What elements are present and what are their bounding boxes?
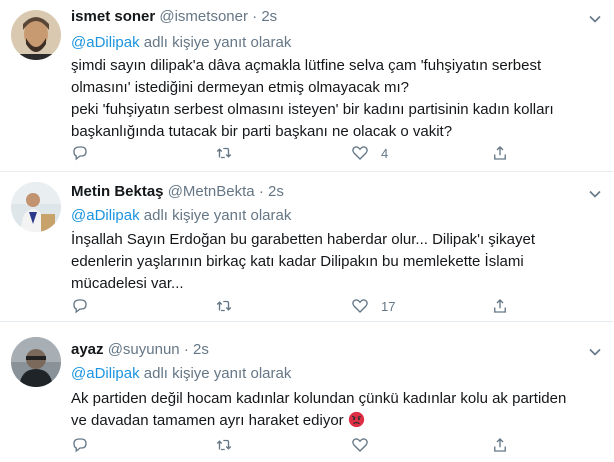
timestamp[interactable]: 2s [268,183,284,200]
retweet-button[interactable] [215,435,245,455]
share-icon [494,146,506,160]
tweet-text: İnşallah Sayın Erdoğan bu garabetten hab… [71,229,606,295]
retweet-icon [216,300,232,312]
reply-button[interactable] [71,296,101,316]
mention-link[interactable]: @aDilipak [71,34,140,51]
reply-context: @aDilipak adlı kişiye yanıt olarak [71,34,291,51]
tweet-2[interactable]: Metin Bektaş @MetnBekta · 2s @aDilipak a… [0,172,614,322]
reply-context-text: adlı kişiye yanıt olarak [139,365,292,382]
display-name[interactable]: ismet soner [71,8,155,25]
like-icon [352,438,368,452]
like-button[interactable]: 4 [351,143,388,163]
mention-link[interactable]: @aDilipak [71,365,140,382]
separator: · [183,341,189,358]
share-button[interactable] [491,296,509,316]
like-button[interactable]: 17 [351,296,395,316]
reply-context: @aDilipak adlı kişiye yanıt olarak [71,207,291,224]
tweet-actions: 4 [71,143,511,163]
share-button[interactable] [491,143,509,163]
share-icon [494,299,506,313]
like-count: 4 [381,145,389,161]
like-count: 17 [381,298,396,314]
avatar-image [11,337,61,387]
like-button[interactable] [351,435,381,455]
chevron-down-icon[interactable] [588,12,602,26]
share-button[interactable] [491,435,509,455]
separator: · [252,8,258,25]
tweet-text-line: edenlerin yaşlarının birkaç katı kadar D… [71,253,524,270]
reply-icon [73,299,87,314]
tweet-header: ayaz @suyunun · 2s [71,341,209,358]
mention-link[interactable]: @aDilipak [71,207,140,224]
reply-context-text: adlı kişiye yanıt olarak [139,207,292,224]
reply-button[interactable] [71,143,101,163]
display-name[interactable]: Metin Bektaş [71,183,164,200]
tweet-header: Metin Bektaş @MetnBekta · 2s [71,183,284,200]
tweet-text-line: Ak partiden değil hocam kadınlar kolunda… [71,390,567,407]
tweet-text-line: başkanlığında tutacak bir parti başkanı … [71,123,453,140]
chevron-down-icon[interactable] [588,345,602,359]
chevron-down-icon[interactable] [588,187,602,201]
tweet-text-line: mücadelesi var... [71,275,184,292]
retweet-button[interactable] [215,296,245,316]
tweet-actions: 17 [71,296,511,316]
tweet-text-line: İnşallah Sayın Erdoğan bu garabetten hab… [71,231,535,248]
retweet-button[interactable] [215,143,245,163]
tweet-3[interactable]: ayaz @suyunun · 2s @aDilipak adlı kişiye… [0,322,614,462]
timestamp[interactable]: 2s [193,341,209,358]
avatar[interactable] [11,10,61,60]
tweet-actions [71,435,511,455]
tweet-text-line: ve davadan tamamen ayrı haraket ediyor [71,412,344,429]
tweet-header: ismet soner @ismetsoner · 2s [71,8,277,25]
separator: · [258,183,264,200]
user-handle[interactable]: @MetnBekta [168,183,255,200]
like-icon [352,299,368,313]
reply-icon [73,438,87,453]
reply-icon [73,146,87,161]
tweet-text: şimdi sayın dilipak'a dâva açmakla lütfi… [71,55,606,143]
avatar-image [11,10,61,60]
share-icon [494,438,506,452]
reply-context-text: adlı kişiye yanıt olarak [139,34,292,51]
avatar[interactable] [11,182,61,232]
user-handle[interactable]: @ismetsoner [159,8,248,25]
avatar[interactable] [11,337,61,387]
display-name[interactable]: ayaz [71,341,104,358]
tweet-text-line: olmasını' istediğini dermeyan etmiş olma… [71,79,409,96]
user-handle[interactable]: @suyunun [108,341,180,358]
retweet-icon [216,147,232,159]
retweet-icon [216,439,232,451]
tweet-1[interactable]: ismet soner @ismetsoner · 2s @aDilipak a… [0,0,614,172]
tweet-text-line: peki 'fuhşiyatın serbest olmasını isteye… [71,101,554,118]
tweet-text: Ak partiden değil hocam kadınlar kolunda… [71,388,606,432]
reply-button[interactable] [71,435,101,455]
like-icon [352,146,368,160]
reply-context: @aDilipak adlı kişiye yanıt olarak [71,365,291,382]
tweet-text-line: şimdi sayın dilipak'a dâva açmakla lütfi… [71,57,542,74]
tweet-text-line-with-emoji: ve davadan tamamen ayrı haraket ediyor [71,410,606,432]
timestamp[interactable]: 2s [261,8,277,25]
avatar-image [11,182,61,232]
angry-face-emoji [348,411,364,428]
